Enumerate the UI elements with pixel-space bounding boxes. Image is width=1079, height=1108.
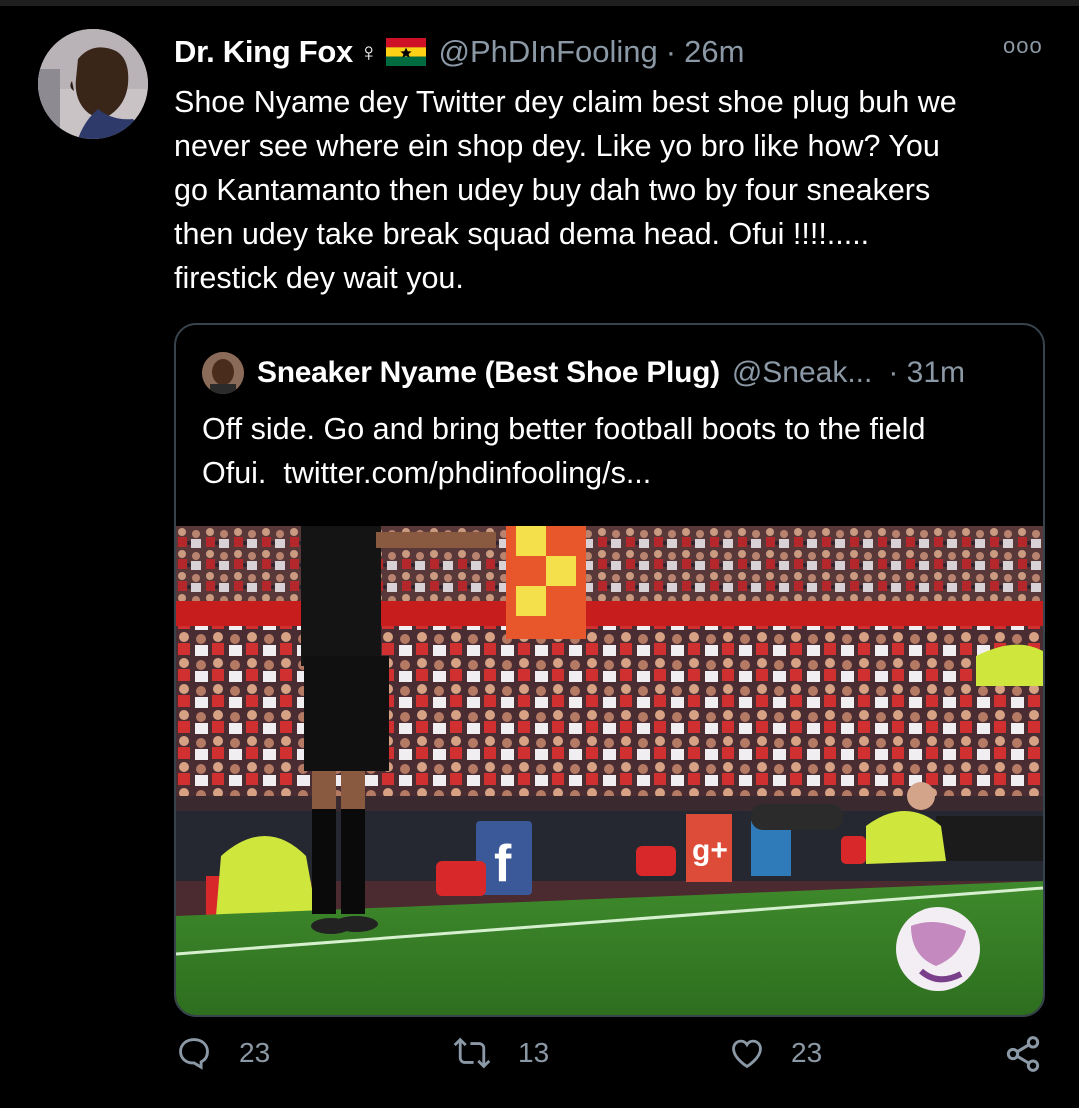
- share-icon: [1003, 1034, 1043, 1074]
- author-handle[interactable]: @PhDInFooling: [438, 34, 657, 70]
- quoted-tweet-card[interactable]: Sneaker Nyame (Best Shoe Plug) @Sneak...…: [174, 323, 1045, 1017]
- svg-text:f: f: [494, 835, 512, 893]
- quoted-text-line: Off side. Go and bring better football b…: [202, 412, 926, 446]
- tweet-text-line: firestick dey wait you.: [174, 261, 464, 295]
- quoted-text: Off side. Go and bring better football b…: [202, 407, 1032, 495]
- tweet-header: Dr. King Fox ♀ @PhDInFooling · 26m: [174, 30, 744, 74]
- svg-text:g+: g+: [692, 834, 728, 867]
- tweet-time[interactable]: 26m: [684, 34, 744, 70]
- separator-dot: ·: [665, 34, 677, 69]
- quoted-text-line: Ofui. twitter.com/phdinfooling/s...: [202, 451, 1032, 495]
- quoted-time[interactable]: · 31m: [888, 356, 965, 390]
- quoted-link[interactable]: twitter.com/phdinfooling/s...: [283, 456, 651, 490]
- tweet-text-line: then udey take break squad dema head. Of…: [174, 217, 870, 251]
- tweet-text: Shoe Nyame dey Twitter dey claim best sh…: [174, 80, 1054, 300]
- like-button[interactable]: 23: [727, 1034, 822, 1072]
- ghana-flag-icon: [386, 38, 427, 66]
- action-bar: 23 13 23: [0, 1034, 1079, 1090]
- quoted-author-handle[interactable]: @Sneak...: [732, 356, 873, 390]
- quoted-text-prefix: Ofui.: [202, 456, 284, 490]
- retweet-icon: [450, 1034, 494, 1072]
- tweet-text-line: never see where ein shop dey. Like yo br…: [174, 129, 940, 163]
- like-icon: [727, 1034, 767, 1072]
- quoted-media-image[interactable]: f g+: [176, 526, 1043, 1015]
- top-divider: [0, 0, 1079, 6]
- quoted-header: Sneaker Nyame (Best Shoe Plug) @Sneak...…: [257, 351, 965, 395]
- female-symbol: ♀: [358, 36, 379, 67]
- reply-button[interactable]: 23: [175, 1034, 270, 1072]
- retweet-count: 13: [518, 1037, 550, 1068]
- share-button[interactable]: [1003, 1034, 1043, 1074]
- more-icon[interactable]: ooo: [1003, 33, 1043, 59]
- author-avatar[interactable]: [38, 29, 148, 139]
- quoted-author-name[interactable]: Sneaker Nyame (Best Shoe Plug): [257, 356, 720, 390]
- tweet-text-line: go Kantamanto then udey buy dah two by f…: [174, 173, 931, 207]
- author-name[interactable]: Dr. King Fox: [174, 34, 353, 70]
- quoted-author-avatar[interactable]: [202, 352, 244, 394]
- reply-count: 23: [239, 1037, 271, 1068]
- reply-icon: [175, 1034, 213, 1072]
- tweet-text-line: Shoe Nyame dey Twitter dey claim best sh…: [174, 85, 957, 119]
- retweet-button[interactable]: 13: [450, 1034, 549, 1072]
- like-count: 23: [791, 1037, 823, 1068]
